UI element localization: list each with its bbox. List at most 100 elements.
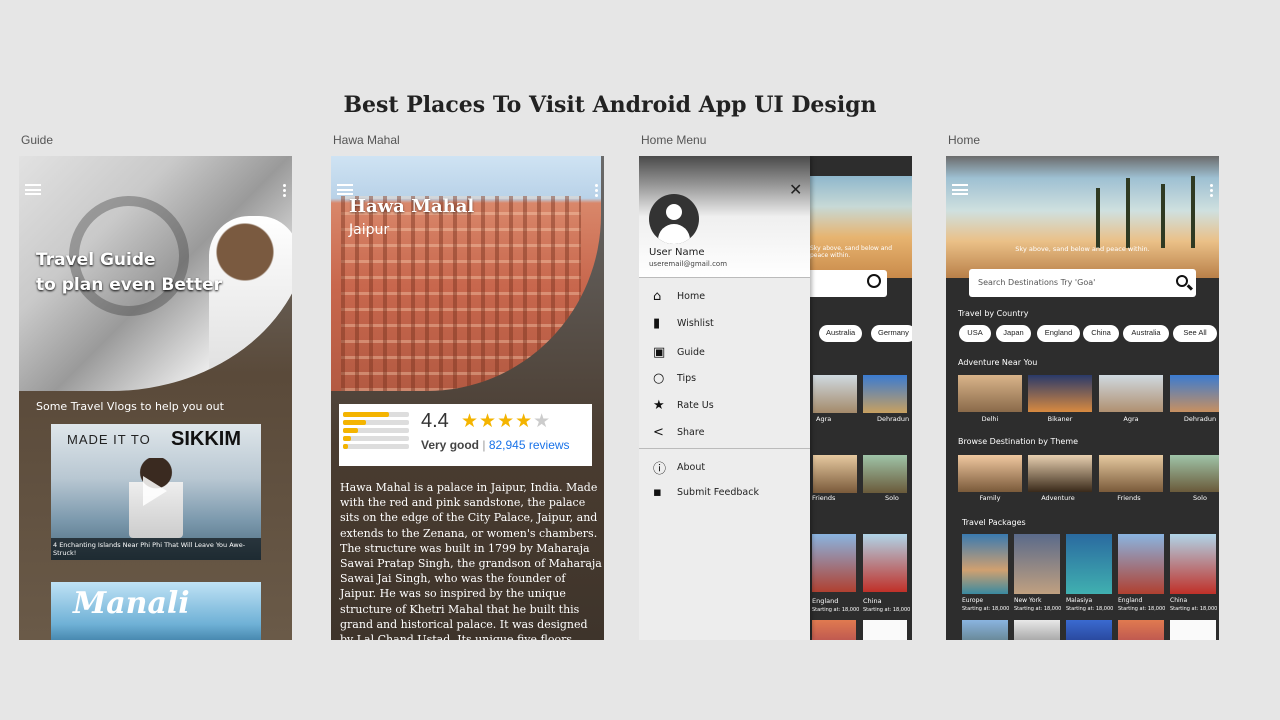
theme-tile-solo[interactable]: [1170, 455, 1219, 492]
guide-screen: Travel Guide to plan even Better Some Tr…: [19, 156, 292, 640]
more-options-icon[interactable]: [283, 184, 286, 199]
package-card-europe[interactable]: [962, 534, 1008, 594]
search-icon: [867, 274, 881, 288]
video-manali-title: Manali: [73, 586, 190, 621]
tile-label: Delhi: [981, 415, 999, 423]
section-title-theme: Browse Destination by Theme: [958, 437, 1079, 446]
package-name: Malasiya: [1066, 597, 1093, 604]
package-card-england[interactable]: [1118, 534, 1164, 594]
adventure-tile-agra[interactable]: [1099, 375, 1163, 412]
adventure-tile-bikaner[interactable]: [1028, 375, 1092, 412]
adventure-tile-delhi[interactable]: [958, 375, 1022, 412]
star-icon: ★: [653, 398, 665, 413]
screen-label-home: Home: [948, 133, 981, 147]
country-chip[interactable]: USA: [959, 325, 991, 342]
tile-label: Adventure: [1041, 494, 1075, 502]
theme-tile-adventure[interactable]: [1028, 455, 1092, 492]
navigation-drawer: User Name useremail@gmail.com ✕ ⌂ Home ▮ W…: [639, 156, 810, 640]
tile-label: Family: [979, 494, 1001, 502]
place-title: Hawa Mahal: [349, 196, 475, 217]
package-card[interactable]: [1014, 620, 1060, 640]
video-thumbnail-sikkim[interactable]: MADE IT TO SIKKIM 4 Enchanting Islands N…: [51, 424, 261, 560]
user-email: useremail@gmail.com: [649, 260, 728, 268]
close-icon[interactable]: ✕: [789, 180, 802, 199]
package-card[interactable]: [1170, 620, 1216, 640]
menu-item-guide[interactable]: ▣ Guide: [653, 345, 705, 363]
country-chip[interactable]: England: [1037, 325, 1080, 342]
country-chip[interactable]: China: [1083, 325, 1119, 342]
background-package-price: Starting at: 18,000: [863, 607, 911, 613]
user-name: User Name: [649, 247, 705, 258]
country-chip[interactable]: Australia: [1123, 325, 1169, 342]
tile-label: Dehradun: [1183, 415, 1217, 423]
section-title-adventure: Adventure Near You: [958, 358, 1038, 367]
menu-icon[interactable]: [952, 184, 968, 195]
menu-icon[interactable]: [337, 184, 353, 195]
play-icon[interactable]: [143, 476, 167, 506]
package-card-china[interactable]: [1170, 534, 1216, 594]
background-tile-label: Dehradun: [877, 415, 910, 423]
package-name: Europe: [962, 597, 984, 604]
video-thumbnail-manali[interactable]: Manali: [51, 582, 261, 640]
background-package-name: England: [812, 597, 839, 605]
background-tile: [863, 620, 907, 640]
package-card-malasiya[interactable]: [1066, 534, 1112, 594]
rating-summary: Very good | 82,945 reviews: [421, 438, 570, 452]
search-bar[interactable]: Search Destinations Try 'Goa': [969, 269, 1196, 297]
background-tile-label: Solo: [885, 494, 899, 502]
feedback-icon: ▪: [653, 485, 662, 500]
hawa-mahal-screen: Hawa Mahal Jaipur 4.4 ★★★★★ Very good | …: [331, 156, 604, 640]
package-card[interactable]: [1118, 620, 1164, 640]
package-card-new-york[interactable]: [1014, 534, 1060, 594]
search-input[interactable]: Search Destinations Try 'Goa': [978, 278, 1095, 287]
share-icon: <: [653, 425, 664, 440]
tile-label: Friends: [1117, 494, 1141, 502]
rating-bar: [343, 436, 409, 441]
package-card[interactable]: [962, 620, 1008, 640]
menu-item-tips[interactable]: ○ Tips: [653, 371, 696, 389]
rating-label: Very good: [421, 438, 480, 452]
background-package-price: Starting at: 18,000: [812, 607, 860, 613]
avatar-icon[interactable]: [649, 194, 699, 244]
more-options-icon[interactable]: [595, 184, 598, 199]
tile-label: Solo: [1193, 494, 1207, 502]
background-tile: [863, 455, 907, 493]
background-chip: Germany: [871, 325, 912, 342]
page-title: Best Places To Visit Android App UI Desi…: [343, 92, 877, 118]
more-options-icon[interactable]: [1210, 184, 1213, 199]
menu-item-rate-us[interactable]: ★ Rate Us: [653, 398, 714, 416]
menu-item-wishlist[interactable]: ▮ Wishlist: [653, 316, 714, 334]
menu-item-about[interactable]: ⓘ About: [653, 458, 705, 477]
section-title-country: Travel by Country: [958, 309, 1029, 318]
background-tile-label: Friends: [812, 494, 836, 502]
theme-tile-friends[interactable]: [1099, 455, 1163, 492]
theme-tile-family[interactable]: [958, 455, 1022, 492]
package-name: England: [1118, 597, 1143, 604]
see-all-chip[interactable]: See All: [1173, 325, 1217, 342]
background-tile-label: Agra: [816, 415, 832, 423]
background-tile: [813, 455, 857, 493]
background-tile: [863, 534, 907, 592]
search-icon[interactable]: [1176, 275, 1188, 287]
menu-item-submit-feedback[interactable]: ▪ Submit Feedback: [653, 485, 759, 503]
menu-item-share[interactable]: < Share: [653, 425, 704, 443]
video-caption: 4 Enchanting Islands Near Phi Phi That W…: [51, 538, 261, 560]
video-made-it-text: MADE IT TO: [67, 432, 151, 447]
reviews-link[interactable]: 82,945 reviews: [489, 438, 570, 452]
background-chip: Australia: [819, 325, 863, 342]
rating-card: 4.4 ★★★★★ Very good | 82,945 reviews: [339, 404, 592, 466]
hero-tagline: Sky above, sand below and peace within.: [1015, 245, 1150, 253]
rating-stars: ★★★★★: [461, 410, 552, 432]
menu-item-home[interactable]: ⌂ Home: [653, 289, 705, 307]
package-name: New York: [1014, 597, 1042, 604]
country-chip[interactable]: Japan: [996, 325, 1031, 342]
drawer-divider: [639, 448, 810, 449]
guide-title-line1: Travel Guide: [36, 250, 156, 270]
menu-icon[interactable]: [25, 184, 41, 195]
package-price: Starting at: 18,000: [1066, 606, 1114, 612]
hawa-mahal-image: [331, 156, 601, 391]
rating-bar: [343, 428, 409, 433]
adventure-tile-dehradun[interactable]: [1170, 375, 1219, 412]
rating-value: 4.4: [421, 410, 449, 432]
package-card[interactable]: [1066, 620, 1112, 640]
